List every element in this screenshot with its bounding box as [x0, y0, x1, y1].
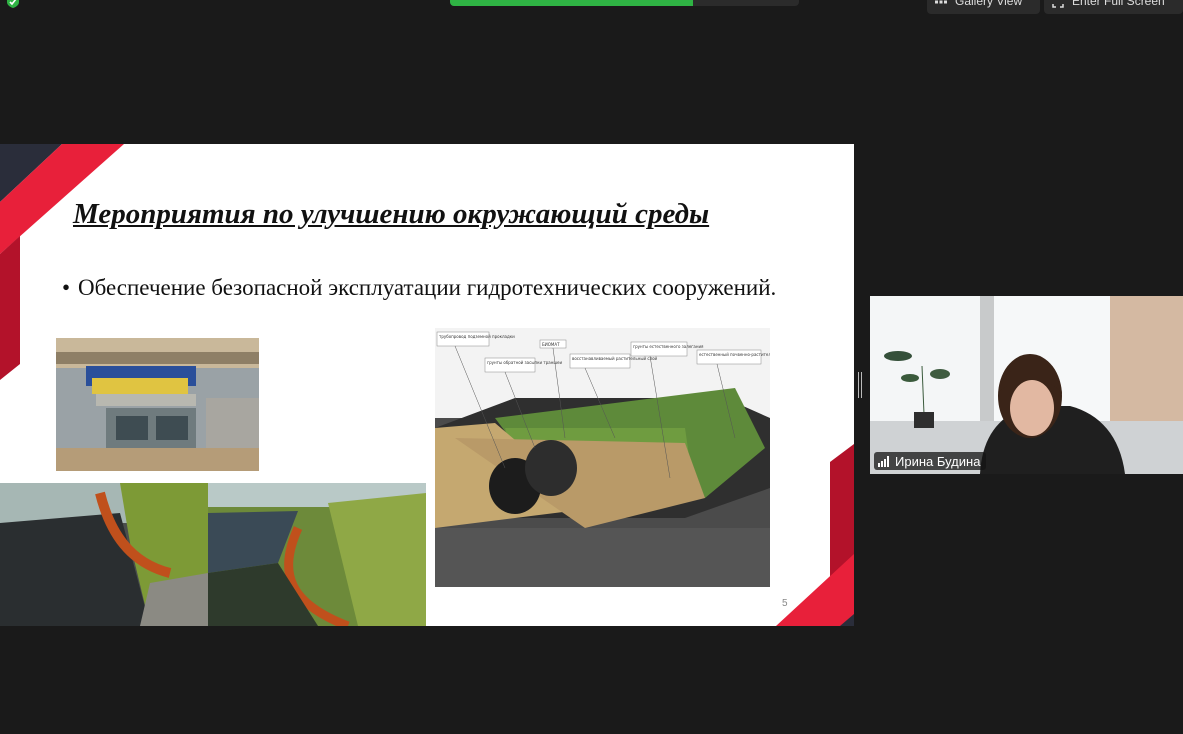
diagram-label: трубопровод подземной прокладки [439, 334, 515, 339]
participant-video-tile[interactable]: Ирина Будина [870, 296, 1183, 474]
diagram-label: естественный почвенно-растительный слой [699, 352, 770, 357]
enter-full-screen-button[interactable]: Enter Full Screen [1044, 0, 1183, 14]
gallery-view-label: Gallery View [955, 0, 1023, 8]
pipeline-cross-section-diagram: трубопровод подземной прокладки грунты о… [435, 328, 770, 587]
diagram-label: восстанавливаемый растительный слой [572, 356, 658, 361]
gallery-view-button[interactable]: Gallery View [927, 0, 1040, 14]
slide-title: Мероприятия по улучшению окружающий сред… [73, 198, 710, 230]
oil-boom-photo-left [0, 483, 208, 626]
bullet-text: Обеспечение безопасной эксплуатации гидр… [78, 275, 777, 300]
grid-icon [935, 0, 947, 4]
treatment-plant-photo [56, 338, 259, 471]
diagram-label: грунты естественного залегания [633, 344, 704, 349]
share-status-fill [450, 0, 693, 6]
shield-check-icon[interactable] [6, 0, 20, 8]
diagram-label: БИОМАТ [542, 342, 560, 347]
expand-icon [1052, 0, 1064, 8]
participant-video-frame [870, 296, 1183, 474]
diagram-label: грунты обратной засыпки траншеи [487, 360, 562, 365]
screen-share-status-bar[interactable] [450, 0, 799, 6]
split-resize-handle[interactable] [858, 372, 862, 398]
slide-page-number: 5 [782, 598, 788, 609]
signal-bars-icon [878, 455, 889, 467]
participant-nameplate: Ирина Будина [874, 452, 987, 470]
bullet-dot: • [62, 275, 71, 300]
slide-bullet: • Обеспечение безопасной эксплуатации ги… [62, 275, 786, 301]
full-screen-label: Enter Full Screen [1072, 0, 1165, 8]
oil-boom-photo-right [208, 483, 426, 626]
participant-name: Ирина Будина [895, 453, 981, 469]
shared-slide: Мероприятия по улучшению окружающий сред… [0, 144, 854, 626]
